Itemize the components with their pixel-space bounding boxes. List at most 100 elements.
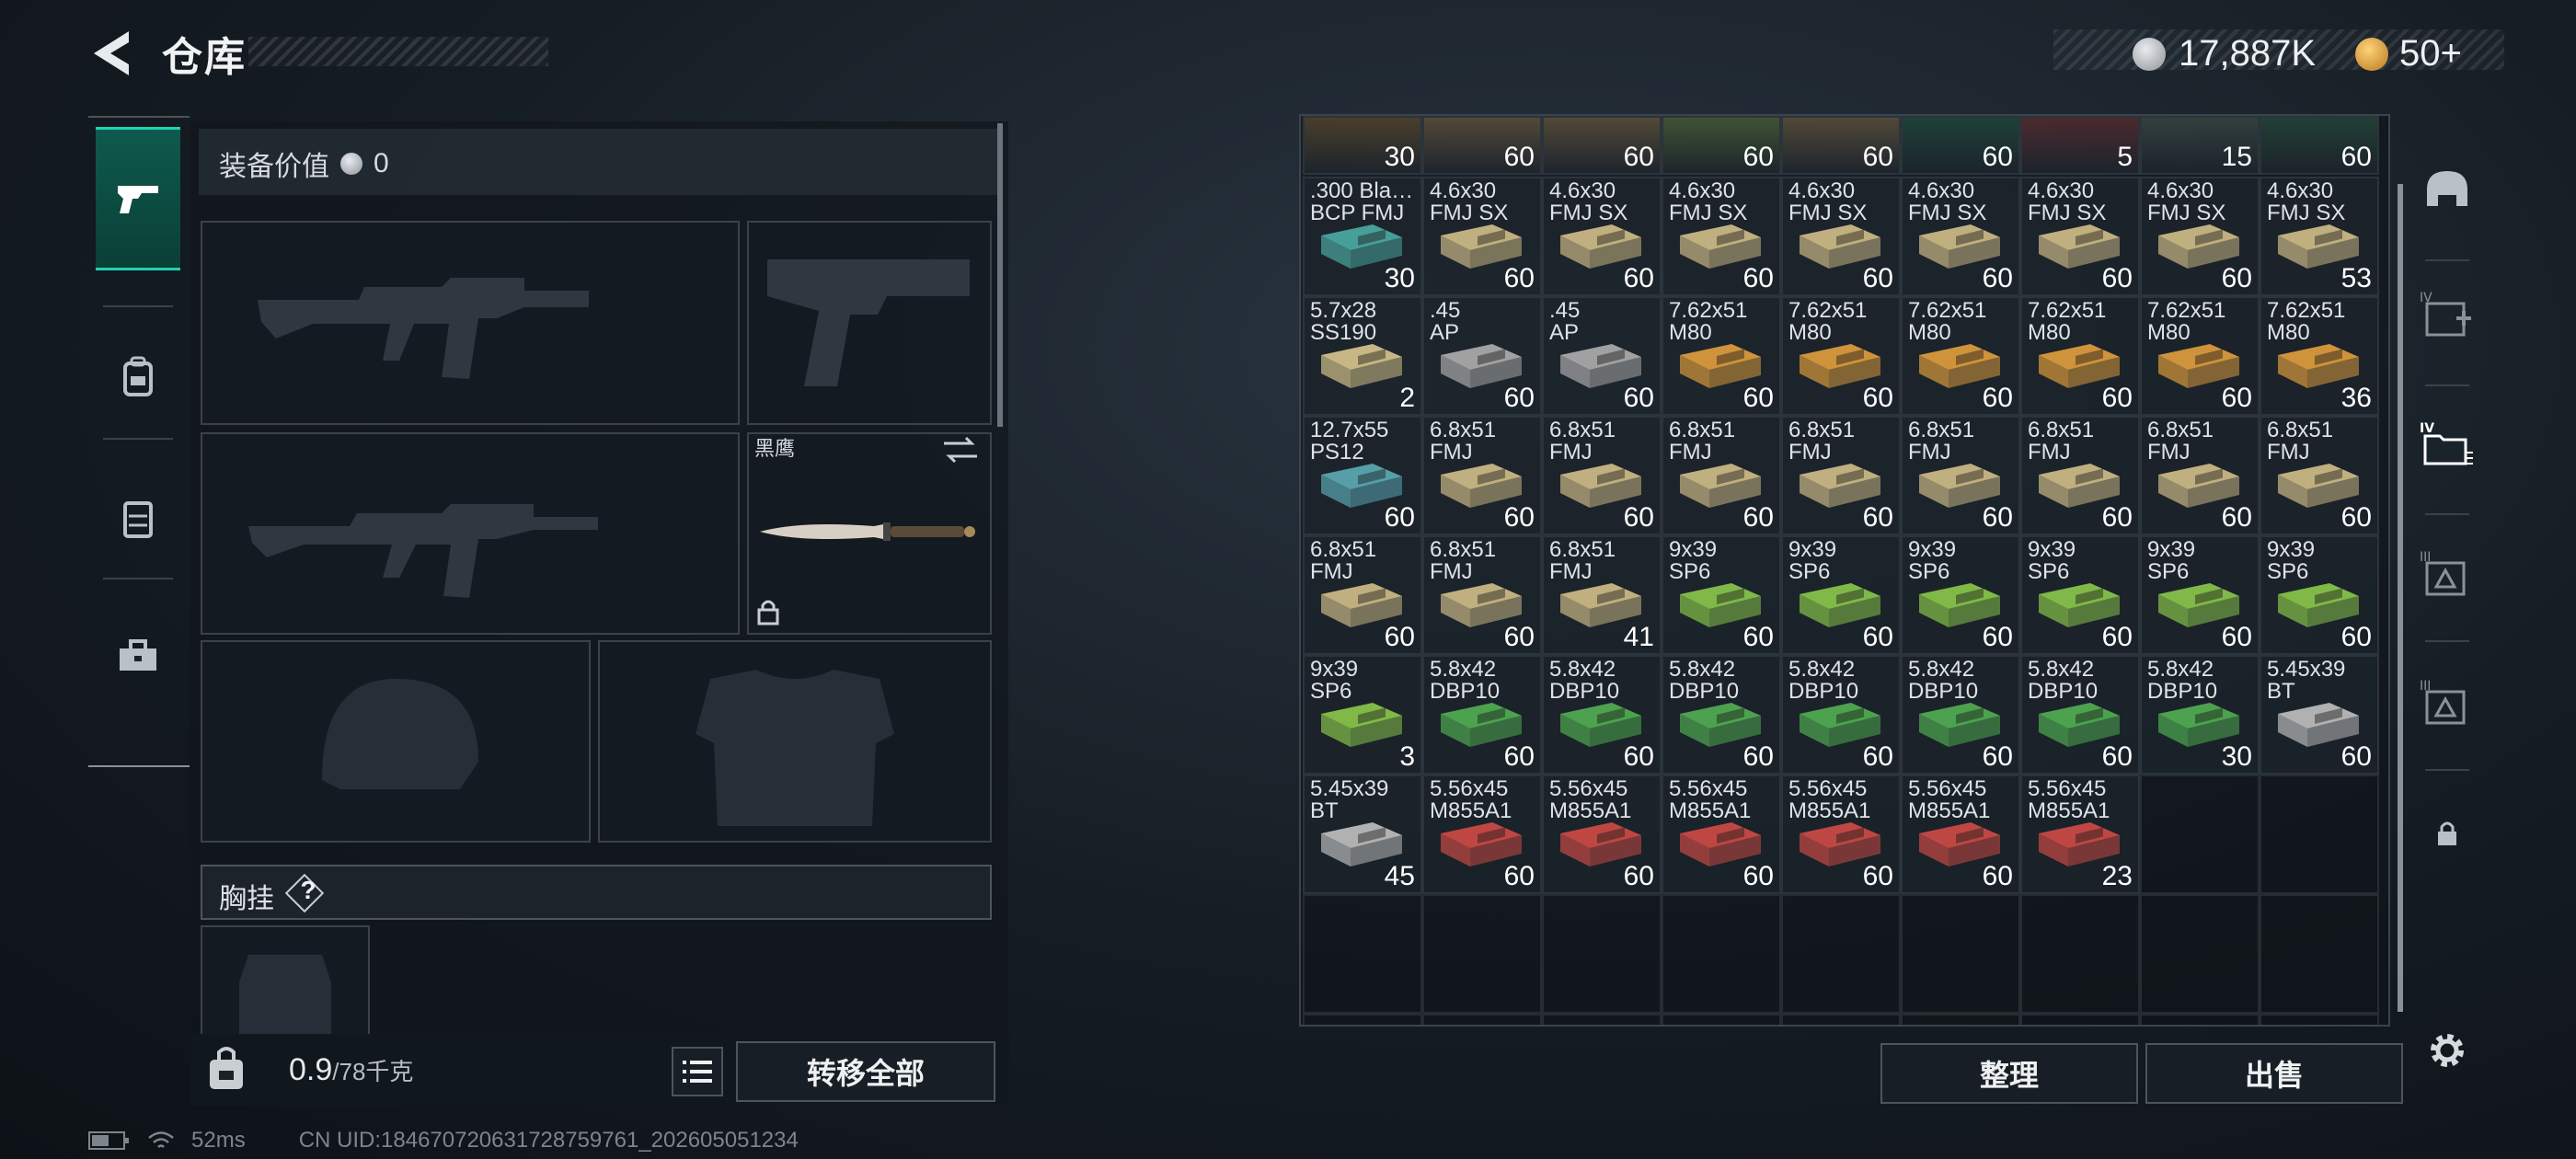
empty-slot[interactable] — [2020, 1014, 2140, 1025]
inventory-item[interactable]: 4.6x30 FMJ SX 60 — [1422, 177, 1542, 296]
sort-button[interactable]: 整理 — [1880, 1043, 2138, 1104]
inventory-item[interactable]: 30 — [1303, 116, 1422, 175]
inventory-item[interactable]: 4.6x30 FMJ SX 60 — [1781, 177, 1901, 296]
inventory-item[interactable]: 4.6x30 FMJ SX 53 — [2260, 177, 2379, 296]
inventory-item[interactable]: 9x39 SP6 60 — [2020, 535, 2140, 655]
empty-slot[interactable] — [1662, 1014, 1781, 1025]
inventory-item[interactable]: 5 — [2020, 116, 2140, 175]
inventory-item[interactable]: 5.45x39 BT 60 — [2260, 655, 2379, 775]
empty-slot[interactable] — [1781, 894, 1901, 1014]
armor-slot[interactable] — [598, 640, 992, 843]
inventory-item[interactable]: 4.6x30 FMJ SX 60 — [1662, 177, 1781, 296]
inventory-item[interactable]: 9x39 SP6 60 — [1662, 535, 1781, 655]
inventory-item[interactable]: 4.6x30 FMJ SX 60 — [2140, 177, 2260, 296]
back-arrow-icon[interactable] — [86, 28, 132, 79]
helmet-slot[interactable] — [201, 640, 591, 843]
inventory-item[interactable]: 4.6x30 FMJ SX 60 — [1901, 177, 2020, 296]
empty-slot[interactable] — [1901, 894, 2020, 1014]
inventory-item[interactable]: 7.62x51 M80 60 — [2140, 296, 2260, 416]
empty-slot[interactable] — [2260, 1014, 2379, 1025]
inventory-item[interactable]: 9x39 SP6 60 — [1781, 535, 1901, 655]
nav-toolbox[interactable] — [96, 587, 180, 725]
inventory-item[interactable]: 9x39 SP6 60 — [2140, 535, 2260, 655]
inventory-item[interactable]: 5.8x42 DBP10 30 — [2140, 655, 2260, 775]
gold-currency[interactable]: 50+ — [2355, 33, 2462, 75]
inventory-item[interactable]: 15 — [2140, 116, 2260, 175]
inventory-item[interactable]: 60 — [2260, 116, 2379, 175]
inventory-item[interactable]: 4.6x30 FMJ SX 60 — [2020, 177, 2140, 296]
empty-slot[interactable] — [1781, 1014, 1901, 1025]
inventory-item[interactable]: 5.56x45 M855A1 60 — [1542, 775, 1662, 894]
inventory-item[interactable]: 5.8x42 DBP10 60 — [1542, 655, 1662, 775]
inventory-item[interactable]: 5.8x42 DBP10 60 — [1781, 655, 1901, 775]
inventory-item[interactable]: 60 — [1422, 116, 1542, 175]
sell-button[interactable]: 出售 — [2145, 1043, 2403, 1104]
empty-slot[interactable] — [1422, 1014, 1542, 1025]
empty-slot[interactable] — [1901, 1014, 2020, 1025]
storage-tab-helmet[interactable] — [2412, 136, 2482, 247]
inventory-item[interactable]: 9x39 SP6 60 — [2260, 535, 2379, 655]
empty-slot[interactable] — [2140, 775, 2260, 894]
inventory-item[interactable]: 6.8x51 FMJ 41 — [1542, 535, 1662, 655]
inventory-item[interactable]: 6.8x51 FMJ 60 — [1422, 416, 1542, 535]
sidearm-slot[interactable] — [747, 221, 992, 425]
primary-weapon-slot[interactable] — [201, 221, 740, 425]
inventory-item[interactable]: 5.8x42 DBP10 60 — [1662, 655, 1781, 775]
loadout-scrollbar[interactable] — [997, 123, 1003, 427]
inventory-item[interactable]: 7.62x51 M80 60 — [1781, 296, 1901, 416]
empty-slot[interactable] — [1303, 1014, 1422, 1025]
list-view-button[interactable] — [672, 1047, 723, 1096]
storage-tab-locked[interactable] — [2412, 778, 2482, 889]
inventory-item[interactable]: .300 Bla… BCP FMJ 30 — [1303, 177, 1422, 296]
secondary-weapon-slot[interactable] — [201, 432, 740, 635]
inventory-item[interactable]: 6.8x51 FMJ 60 — [1303, 535, 1422, 655]
inventory-item[interactable]: 60 — [1542, 116, 1662, 175]
inventory-item[interactable]: 60 — [1781, 116, 1901, 175]
inventory-item[interactable]: .45 AP 60 — [1422, 296, 1542, 416]
inventory-item[interactable]: 7.62x51 M80 60 — [2020, 296, 2140, 416]
inventory-item[interactable]: 9x39 SP6 60 — [1901, 535, 2020, 655]
inventory-item[interactable]: 7.62x51 M80 60 — [1901, 296, 2020, 416]
inventory-item[interactable]: 5.56x45 M855A1 60 — [1662, 775, 1781, 894]
inventory-item[interactable]: 6.8x51 FMJ 60 — [2140, 416, 2260, 535]
inventory-item[interactable]: 5.56x45 M855A1 23 — [2020, 775, 2140, 894]
inventory-item[interactable]: 5.7x28 SS190 2 — [1303, 296, 1422, 416]
inventory-item[interactable]: 6.8x51 FMJ 60 — [2260, 416, 2379, 535]
inventory-item[interactable]: 6.8x51 FMJ 60 — [1662, 416, 1781, 535]
inventory-item[interactable]: 5.45x39 BT 45 — [1303, 775, 1422, 894]
inventory-item[interactable]: 12.7x55 PS12 60 — [1303, 416, 1422, 535]
inventory-item[interactable]: 5.8x42 DBP10 60 — [1901, 655, 2020, 775]
inventory-item[interactable]: 6.8x51 FMJ 60 — [1542, 416, 1662, 535]
inventory-item[interactable]: 9x39 SP6 3 — [1303, 655, 1422, 775]
inventory-item[interactable]: 60 — [1662, 116, 1781, 175]
inventory-item[interactable]: 6.8x51 FMJ 60 — [2020, 416, 2140, 535]
inventory-item[interactable]: 5.56x45 M855A1 60 — [1781, 775, 1901, 894]
inventory-item[interactable]: 5.8x42 DBP10 60 — [2020, 655, 2140, 775]
empty-slot[interactable] — [2140, 1014, 2260, 1025]
empty-slot[interactable] — [2260, 894, 2379, 1014]
inventory-item[interactable]: .45 AP 60 — [1542, 296, 1662, 416]
storage-tab-triangle-2[interactable]: III — [2412, 648, 2482, 758]
empty-slot[interactable] — [2020, 894, 2140, 1014]
nav-backpack[interactable] — [96, 307, 180, 445]
inventory-item[interactable]: 5.56x45 M855A1 60 — [1422, 775, 1542, 894]
empty-slot[interactable] — [1303, 894, 1422, 1014]
inventory-item[interactable]: 4.6x30 FMJ SX 60 — [1542, 177, 1662, 296]
empty-slot[interactable] — [1542, 1014, 1662, 1025]
empty-slot[interactable] — [1542, 894, 1662, 1014]
inventory-item[interactable]: 6.8x51 FMJ 60 — [1422, 535, 1542, 655]
nav-vest[interactable] — [96, 449, 180, 587]
empty-slot[interactable] — [2140, 894, 2260, 1014]
storage-tab-triangle[interactable]: III — [2412, 519, 2482, 629]
empty-slot[interactable] — [1422, 894, 1542, 1014]
inventory-item[interactable]: 5.56x45 M855A1 60 — [1901, 775, 2020, 894]
inventory-item[interactable]: 60 — [1901, 116, 2020, 175]
empty-slot[interactable] — [1662, 894, 1781, 1014]
nav-weapons[interactable] — [96, 127, 180, 270]
inventory-item[interactable]: 7.62x51 M80 36 — [2260, 296, 2379, 416]
chest-rig-slot[interactable] — [201, 925, 370, 1036]
inventory-item[interactable]: 6.8x51 FMJ 60 — [1781, 416, 1901, 535]
transfer-all-button[interactable]: 转移全部 — [736, 1041, 995, 1102]
storage-scrollbar[interactable] — [2398, 184, 2403, 1012]
inventory-item[interactable]: 7.62x51 M80 60 — [1662, 296, 1781, 416]
